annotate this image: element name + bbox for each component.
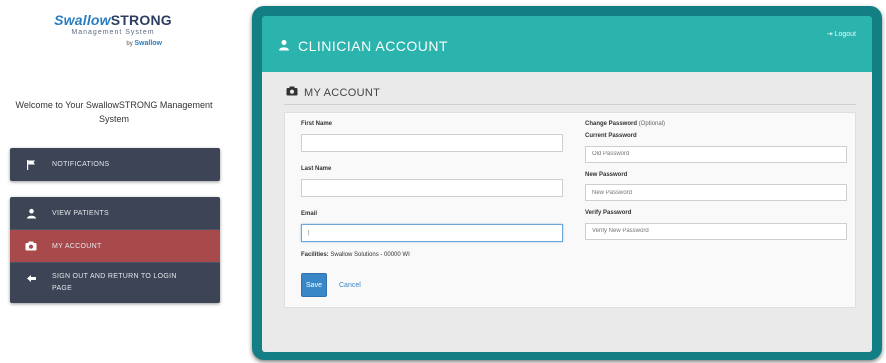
page-title-text: CLINICIAN ACCOUNT (298, 38, 449, 54)
logo-subtitle: Management System (71, 29, 155, 36)
last-name-label: Last Name (301, 166, 332, 172)
verify-password-field[interactable] (585, 222, 847, 240)
email-field[interactable] (301, 224, 563, 242)
section-title-text: MY ACCOUNT (304, 86, 381, 99)
facilities-text: Facilities: Swallow Solutions - 00000 WI (301, 252, 561, 258)
sidebar-item-view-patients[interactable]: VIEW PATIENTS (10, 197, 220, 230)
sidebar-item-notifications[interactable]: NOTIFICATIONS (10, 148, 220, 181)
email-label: Email (301, 211, 318, 217)
panel-header: CLINICIAN ACCOUNT ⇥ Logout (262, 16, 872, 72)
app-logo: SwallowSTRONG Management System by Swall… (48, 12, 178, 68)
sidebar-item-label: NOTIFICATIONS (52, 161, 110, 168)
flag-icon (24, 158, 38, 172)
logo-by: by Swallow (126, 40, 162, 47)
first-name-field[interactable] (301, 134, 563, 152)
facilities-label: Facilities: (301, 252, 329, 258)
current-password-field[interactable] (585, 145, 847, 163)
new-password-field[interactable] (585, 184, 847, 201)
sidebar-item-sign-out[interactable]: SIGN OUT AND RETURN TO LOGIN PAGE (10, 263, 220, 303)
account-form-card: First Name Last Name Email Facilities: S… (284, 112, 856, 308)
form-actions: Save Cancel (301, 273, 361, 297)
personal-info-column: First Name Last Name Email Facilities: S… (301, 121, 563, 258)
sign-out-icon: ⇥ (826, 31, 833, 38)
change-password-heading: Change Password (Optional) (585, 121, 666, 127)
new-password-label: New Password (585, 171, 628, 178)
first-name-label: First Name (301, 121, 333, 127)
cancel-button[interactable]: Cancel (339, 282, 361, 289)
sidebar-item-label: VIEW PATIENTS (52, 209, 109, 217)
notifications-group: NOTIFICATIONS (10, 148, 220, 181)
sidebar: SwallowSTRONG Management System by Swall… (0, 0, 230, 363)
logout-label: Logout (834, 31, 856, 38)
logo-brand: SwallowSTRONG (54, 12, 172, 28)
camera-icon (24, 239, 38, 253)
sidebar-item-label: MY ACCOUNT (52, 242, 102, 250)
facilities-value: Swallow Solutions - 00000 WI (330, 252, 410, 258)
welcome-text: Welcome to Your SwallowSTRONG Management… (15, 100, 213, 124)
save-button[interactable]: Save (301, 273, 327, 297)
main-nav-group: VIEW PATIENTS MY ACCOUNT SIGN OUT AND RE… (10, 197, 220, 303)
section-divider (284, 104, 856, 105)
content-area: MY ACCOUNT First Name Last Name Email Fa… (262, 72, 872, 352)
sidebar-item-my-account[interactable]: MY ACCOUNT (10, 230, 220, 263)
last-name-field[interactable] (301, 179, 563, 197)
main-panel: CLINICIAN ACCOUNT ⇥ Logout MY ACCOUNT Fi… (252, 6, 882, 360)
section-title: MY ACCOUNT (286, 86, 380, 99)
user-icon (278, 39, 290, 54)
logout-link[interactable]: ⇥ Logout (827, 30, 856, 38)
page-title: CLINICIAN ACCOUNT (278, 38, 448, 54)
current-password-label: Current Password (585, 133, 637, 139)
user-icon (24, 206, 38, 220)
camera-icon (286, 86, 298, 99)
verify-password-label: Verify Password (585, 210, 632, 216)
sidebar-item-label: SIGN OUT AND RETURN TO LOGIN PAGE (52, 273, 177, 292)
password-column: Change Password (Optional) Current Passw… (585, 121, 847, 249)
sign-out-icon (24, 271, 38, 285)
